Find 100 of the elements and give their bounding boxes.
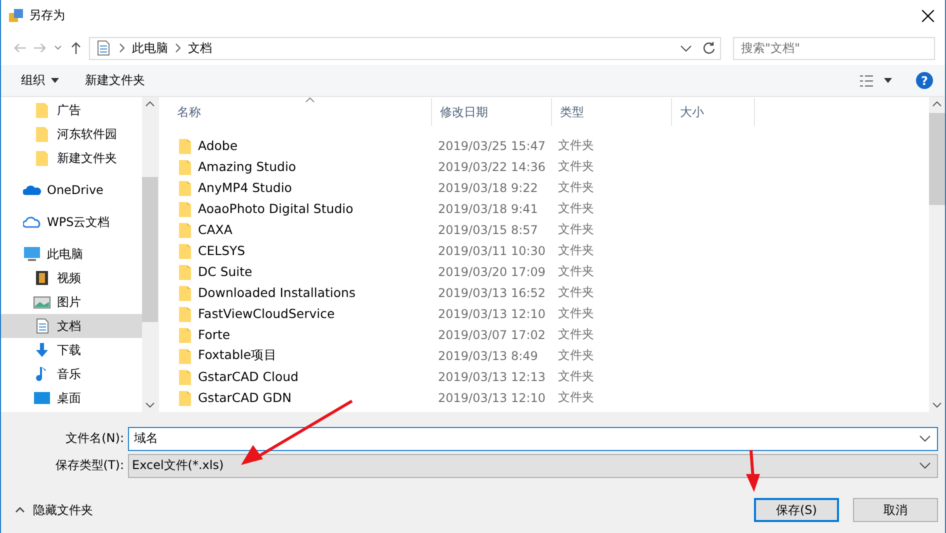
file-name[interactable]: GstarCAD GDN: [169, 390, 432, 406]
type-cell-text: 文件夹: [557, 389, 595, 406]
column-header[interactable]: 大小: [672, 98, 755, 126]
column-header[interactable]: 名称: [169, 98, 432, 126]
desktop-icon: [33, 390, 51, 406]
breadcrumb-item[interactable]: 此电脑: [132, 40, 168, 56]
scroll-down-icon[interactable]: [932, 402, 942, 408]
folder-icon: [179, 200, 191, 216]
file-name[interactable]: Forte: [169, 326, 432, 342]
date-cell-text: 2019/03/13 12:10: [437, 390, 547, 404]
file-name[interactable]: DC Suite: [169, 264, 432, 280]
folder-icon: [33, 150, 51, 166]
address-bar[interactable]: 此电脑 文档: [89, 36, 721, 60]
type-cell-text: 文件夹: [557, 158, 595, 175]
file-name[interactable]: Downloaded Installations: [169, 284, 432, 300]
scroll-up-icon[interactable]: [145, 101, 155, 107]
file-name[interactable]: AnyMP4 Studio: [169, 180, 432, 196]
folder-icon: [179, 284, 191, 300]
scrollbar[interactable]: [929, 97, 945, 412]
chevron-down-icon[interactable]: [919, 434, 931, 442]
folder-icon: [179, 222, 191, 238]
file-name[interactable]: FastViewCloudService: [169, 306, 432, 322]
new-folder-button[interactable]: 新建文件夹: [83, 70, 147, 91]
date-cell-text: 2019/03/15 8:57: [437, 222, 539, 236]
filename-field[interactable]: 域名: [132, 430, 919, 446]
sidebar-item[interactable]: 河东软件园: [1, 122, 142, 146]
folder-icon: [179, 138, 191, 154]
type-cell-text: 文件夹: [557, 347, 595, 364]
cloud-icon: [23, 214, 41, 230]
organize-menu[interactable]: 组织: [19, 70, 61, 91]
folder-icon: [33, 126, 51, 142]
filename-label: 文件名(N):: [64, 430, 125, 447]
file-type-dropdown[interactable]: Excel文件(*.xls): [128, 454, 938, 478]
filename-combobox[interactable]: 域名: [128, 426, 938, 450]
type-cell-text: 文件夹: [557, 242, 595, 259]
up-arrow-icon[interactable]: [69, 41, 83, 55]
sidebar-item[interactable]: OneDrive: [1, 178, 142, 202]
monitor-icon: [23, 246, 41, 262]
column-header[interactable]: 类型: [552, 98, 672, 126]
close-icon: [922, 10, 934, 22]
chevron-down-icon[interactable]: [680, 43, 692, 53]
sidebar-item[interactable]: 此电脑: [1, 242, 142, 266]
scroll-up-icon[interactable]: [932, 101, 942, 107]
cancel-button[interactable]: 取消: [853, 498, 938, 522]
breadcrumb-item[interactable]: 文档: [188, 40, 212, 56]
sidebar-item[interactable]: 广告: [1, 98, 142, 122]
down-arrow-icon: [33, 342, 51, 358]
folder-icon: [179, 242, 191, 258]
chevron-right-icon[interactable]: [174, 43, 182, 53]
column-header[interactable]: 修改日期: [432, 98, 552, 126]
date-cell-text: 2019/03/13 12:10: [437, 306, 547, 320]
chevron-up-icon: [15, 507, 25, 513]
save-button[interactable]: 保存(S): [754, 498, 839, 522]
folder-icon: [179, 348, 191, 364]
date-cell-text: 2019/03/18 9:22: [437, 180, 539, 194]
file-type-label: 保存类型(T):: [54, 457, 125, 474]
sidebar-item[interactable]: 视频: [1, 266, 142, 290]
file-name[interactable]: Foxtable项目: [169, 347, 432, 364]
date-cell-text: 2019/03/18 9:41: [437, 202, 539, 216]
type-cell-text: 文件夹: [557, 263, 595, 280]
sidebar-item[interactable]: 文档: [1, 314, 142, 338]
file-name[interactable]: Amazing Studio: [169, 158, 432, 174]
window-title: 另存为: [29, 7, 66, 24]
date-cell-text: 2019/03/25 15:47: [437, 138, 547, 152]
annotation-arrow: [746, 450, 760, 492]
refresh-icon[interactable]: [702, 41, 716, 55]
sidebar-item[interactable]: 图片: [1, 290, 142, 314]
sidebar-item[interactable]: 音乐: [1, 362, 142, 386]
file-name[interactable]: GstarCAD Cloud: [169, 368, 432, 384]
chevron-right-icon[interactable]: [118, 43, 126, 53]
chevron-down-icon: [919, 462, 931, 470]
sidebar-item[interactable]: 桌面: [1, 386, 142, 410]
view-options-button[interactable]: [858, 72, 894, 88]
type-cell-text: 文件夹: [557, 326, 595, 343]
type-cell-text: 文件夹: [557, 305, 595, 322]
file-name[interactable]: CELSYS: [169, 242, 432, 258]
sidebar-item[interactable]: WPS云文档: [1, 210, 142, 234]
help-button[interactable]: ?: [916, 72, 933, 89]
date-cell-text: 2019/03/11 10:30: [437, 244, 547, 258]
folder-icon: [179, 264, 191, 280]
file-name[interactable]: AoaoPhoto Digital Studio: [169, 200, 432, 216]
search-field[interactable]: 搜索"文档": [733, 36, 935, 60]
type-cell-text: 文件夹: [557, 284, 595, 301]
date-cell-text: 2019/03/07 17:02: [437, 328, 547, 342]
type-cell-text: 文件夹: [557, 368, 595, 385]
file-name[interactable]: Adobe: [169, 138, 432, 154]
folder-icon: [179, 368, 191, 384]
date-cell-text: 2019/03/13 16:52: [437, 286, 547, 300]
type-cell-text: 文件夹: [557, 221, 595, 238]
date-cell-text: 2019/03/22 14:36: [437, 160, 547, 174]
hide-folders-button[interactable]: 隐藏文件夹: [15, 502, 93, 518]
folder-icon: [179, 158, 191, 174]
date-cell-text: 2019/03/20 17:09: [437, 264, 547, 278]
type-cell-text: 文件夹: [557, 179, 595, 196]
scroll-down-icon[interactable]: [145, 402, 155, 408]
sidebar-item[interactable]: 下载: [1, 338, 142, 362]
sidebar-item[interactable]: 新建文件夹: [1, 146, 142, 170]
scrollbar[interactable]: [142, 97, 158, 412]
file-name[interactable]: CAXA: [169, 222, 432, 238]
type-cell-text: 文件夹: [557, 137, 595, 154]
